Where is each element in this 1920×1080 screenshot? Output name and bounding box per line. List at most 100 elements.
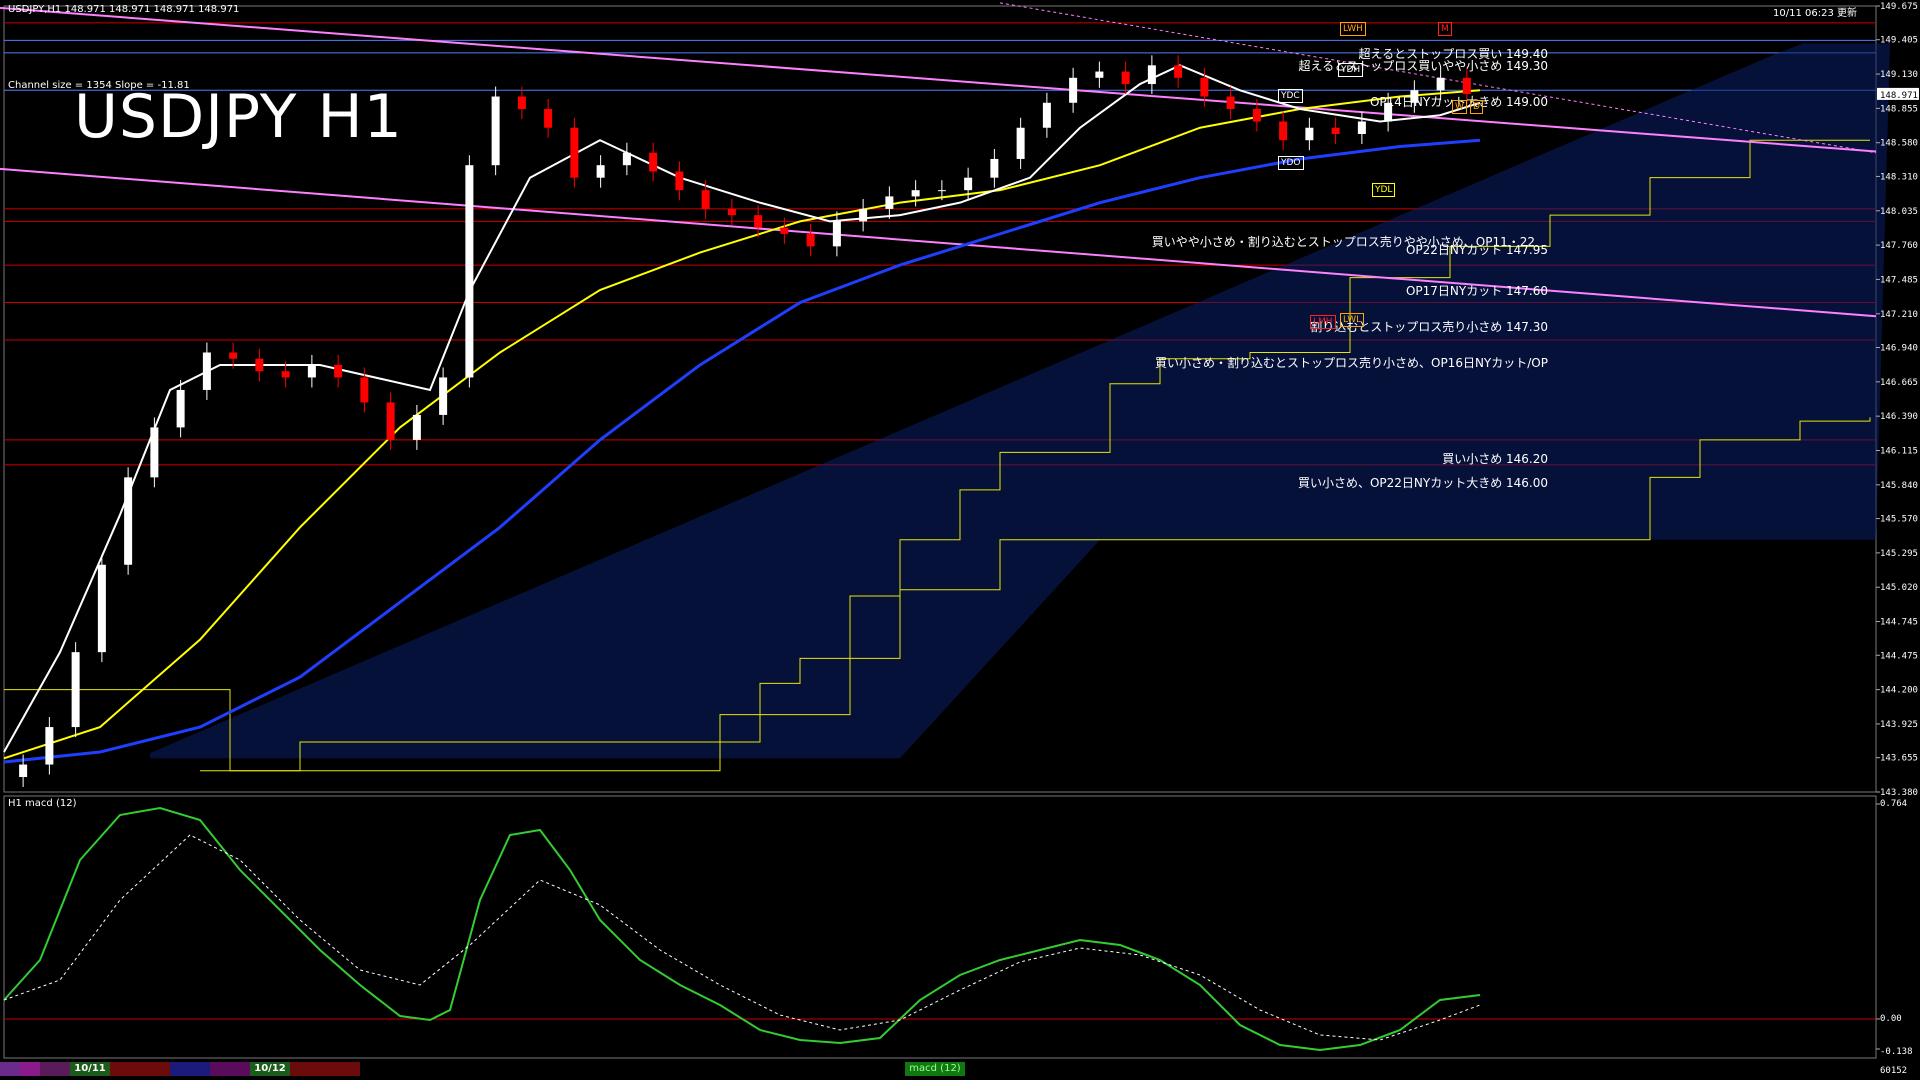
candle-body (412, 414, 421, 440)
candle-body (176, 389, 185, 428)
price-tick-label: 143.925 (1880, 720, 1918, 730)
candle-body (1200, 77, 1209, 97)
candle-body (1252, 109, 1261, 122)
candle-body (885, 196, 894, 209)
candle-body (622, 152, 631, 166)
macd-label: H1 macd (12) (8, 798, 77, 809)
candle-body (1147, 65, 1156, 85)
candle-body (1016, 127, 1025, 159)
candle-body (780, 227, 789, 234)
d-label: D (1470, 100, 1483, 114)
candle-body (360, 377, 369, 403)
candle-body (859, 208, 868, 222)
price-tick-label: 149.130 (1880, 70, 1918, 80)
symbol-info: USDJPY,H1 148.971 148.971 148.971 148.97… (8, 4, 240, 15)
macd-line (3, 806, 1481, 1052)
ydh-label: YDH (1338, 63, 1364, 77)
candle-body (150, 427, 159, 478)
price-tick-label: 145.570 (1880, 515, 1918, 525)
candle-body (937, 190, 946, 192)
price-tick-label: 148.035 (1880, 207, 1918, 217)
candle-body (465, 165, 474, 378)
candle-body (491, 96, 500, 166)
candle-body (1462, 77, 1471, 95)
m-label: M (1438, 22, 1452, 36)
candle-body (1095, 71, 1104, 78)
annotation-146-00: 買い小さめ、OP22日NYカット大きめ 146.00 (1297, 476, 1548, 490)
candle-body (754, 215, 763, 228)
price-tick-label: 143.380 (1880, 788, 1918, 798)
candle-body (439, 377, 448, 415)
annotation-149-30: 超えるとストップロス買いやや小さめ 149.30 (1298, 59, 1548, 73)
price-tick-label: 145.020 (1880, 583, 1918, 593)
candle-body (229, 352, 238, 359)
candle-body (97, 564, 106, 653)
lwh-label: LWH (1340, 22, 1366, 36)
macd-volume-tick: 60152 (1880, 1066, 1908, 1076)
macd-signal-line (3, 834, 1481, 1041)
candle-body (255, 358, 264, 372)
annotation-147-95: OP22日NYカット 147.95 (1405, 243, 1548, 257)
timeline-indicator: macd (12) (909, 1063, 961, 1074)
candle-body (1226, 96, 1235, 110)
ydl-label: YDL (1372, 183, 1396, 197)
candle-body (675, 171, 684, 191)
candle-body (596, 165, 605, 178)
lwl-label: LWL (1340, 313, 1365, 327)
price-tick-label: 147.485 (1880, 275, 1918, 285)
candle-body (45, 727, 54, 765)
price-tick-label: 148.580 (1880, 139, 1918, 149)
price-tick-label: 146.115 (1880, 447, 1918, 457)
price-tick-label: 148.855 (1880, 104, 1918, 114)
candle-body (544, 109, 553, 128)
candle-body (1331, 127, 1340, 134)
price-tick-label: 147.760 (1880, 241, 1918, 251)
price-tick-label: 149.405 (1880, 36, 1918, 46)
price-tick-label: 149.675 (1880, 2, 1918, 12)
annotation-op16: 買い小さめ・割り込むとストップロス売り小さめ、OP16日NYカット/OP (1155, 356, 1548, 370)
price-tick-label: 148.310 (1880, 172, 1918, 182)
candle-body (911, 190, 920, 197)
candle-body (1121, 71, 1130, 85)
candle-body (307, 364, 316, 378)
candle-body (990, 158, 999, 178)
candle-body (701, 190, 710, 209)
price-tick-label: 144.475 (1880, 651, 1918, 661)
candle-body (832, 221, 841, 247)
candle-body (124, 477, 133, 565)
price-tick-label: 144.200 (1880, 686, 1918, 696)
ydo-label: YDO (1278, 156, 1304, 170)
candle-body (281, 371, 290, 378)
candle-body (71, 652, 80, 728)
candle-body (1357, 121, 1366, 134)
candle-body (1069, 77, 1078, 103)
candle-body (1042, 102, 1051, 128)
candle-body (806, 233, 815, 247)
candle-body (1305, 127, 1314, 141)
candle-body (334, 364, 343, 378)
price-tick-label: 143.655 (1880, 754, 1918, 764)
price-tick-label: 145.840 (1880, 481, 1918, 491)
candle-body (964, 177, 973, 191)
candle-body (570, 127, 579, 178)
candle-body (1174, 65, 1183, 78)
ydc-label: YDC (1278, 89, 1303, 103)
update-datetime: 10/11 06:23 更新 (1773, 8, 1857, 19)
candle-body (202, 352, 211, 390)
chart-title: USDJPY H1 (74, 82, 403, 152)
candle-body (649, 152, 658, 172)
candle-body (727, 208, 736, 216)
annotation-146-20: 買い小さめ 146.20 (1442, 452, 1548, 466)
price-tick-label: 144.745 (1880, 618, 1918, 628)
lmh-label: LMH (1310, 315, 1336, 329)
candle-body (517, 96, 526, 110)
timeline-date-2: 10/12 (254, 1063, 286, 1074)
macd-top-tick: 0.764 (1880, 799, 1908, 809)
annotation-147-60: OP17日NYカット 147.60 (1405, 284, 1548, 298)
candle-body (386, 402, 395, 440)
price-tick-label: 145.295 (1880, 549, 1918, 559)
price-tick-label: 146.665 (1880, 378, 1918, 388)
price-tick-label: 146.940 (1880, 343, 1918, 353)
macd-low-tick: -0.138 (1880, 1047, 1913, 1057)
current-price-text: 148.971 (1880, 91, 1918, 101)
